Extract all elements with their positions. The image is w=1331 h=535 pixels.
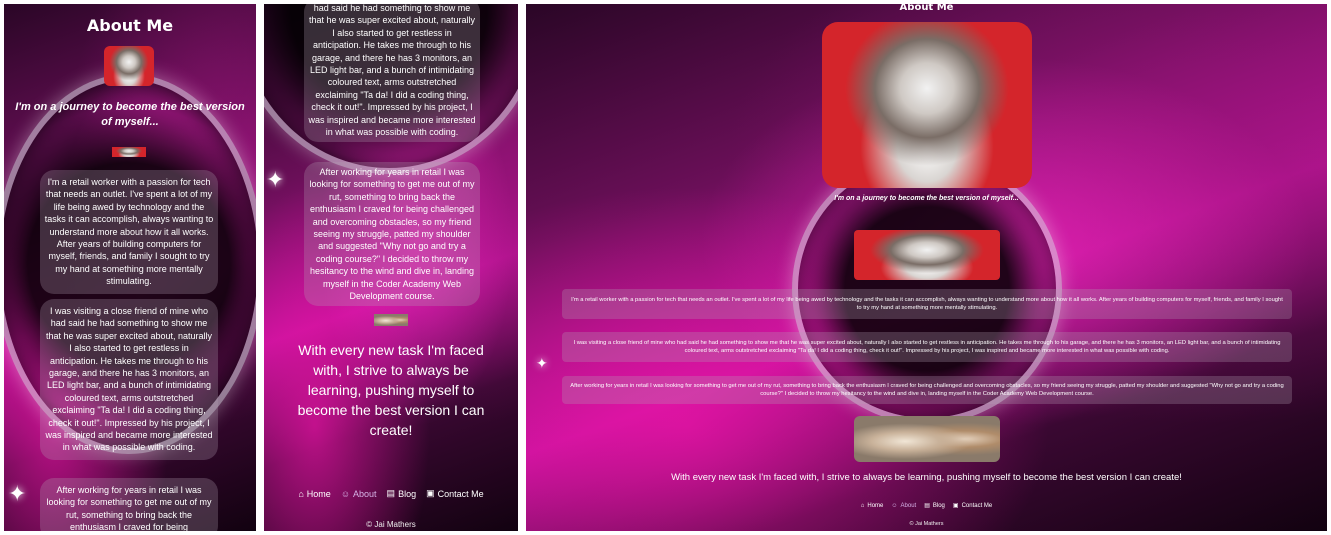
nav-about[interactable]: ☺ About bbox=[891, 503, 916, 509]
sleeping-cat-thumbnail bbox=[374, 314, 408, 326]
contact-icon: ▣ bbox=[952, 503, 959, 509]
about-paragraph-3: After working for years in retail I was … bbox=[304, 162, 480, 307]
page-title: About Me bbox=[899, 4, 954, 13]
profile-photo bbox=[104, 46, 154, 86]
nav-bar: ⌂ Home ☺ About ▤ Blog ▣ Contact Me bbox=[264, 488, 518, 499]
about-paragraph-2: I was visiting a close friend of mine wh… bbox=[562, 332, 1292, 362]
page-title: About Me bbox=[86, 16, 174, 35]
nav-bar: ⌂ Home ☺ About ▤ Blog ▣ Contact Me bbox=[526, 502, 1327, 510]
tagline: I'm on a journey to become the best vers… bbox=[834, 195, 1019, 202]
blog-icon: ▤ bbox=[386, 488, 396, 498]
sparkle-icon: ✦ bbox=[266, 168, 285, 193]
about-paragraph-3: After working for years in retail I was … bbox=[40, 478, 218, 531]
contact-icon: ▣ bbox=[426, 488, 435, 498]
footer: © Jai Mathers bbox=[909, 521, 944, 527]
desktop-view: ✦ About Me I'm on a journey to become th… bbox=[526, 4, 1327, 531]
home-icon: ⌂ bbox=[298, 488, 304, 499]
nav-blog[interactable]: ▤ Blog bbox=[387, 488, 417, 499]
about-paragraph-2-cont: had said he had something to show me tha… bbox=[304, 4, 480, 143]
home-icon: ⌂ bbox=[860, 502, 865, 509]
mobile-view-top: ✦ About Me I'm on a journey to become th… bbox=[4, 4, 256, 531]
closing-statement: With every new task I'm faced with, I st… bbox=[671, 472, 1182, 483]
nav-contact[interactable]: ▣ Contact Me bbox=[426, 488, 484, 499]
nav-blog[interactable]: ▤ Blog bbox=[924, 502, 945, 510]
photo-thumbnail bbox=[112, 147, 146, 157]
tagline: I'm on a journey to become the best vers… bbox=[15, 101, 245, 128]
user-icon: ☺ bbox=[340, 488, 351, 499]
sparkle-icon: ✦ bbox=[8, 482, 27, 507]
nav-home[interactable]: ⌂ Home bbox=[298, 489, 330, 499]
nav-about[interactable]: ☺ About bbox=[341, 489, 377, 499]
about-paragraph-1: I'm a retail worker with a passion for t… bbox=[562, 289, 1292, 319]
about-paragraph-1: I'm a retail worker with a passion for t… bbox=[40, 170, 218, 294]
sleeping-cat-photo bbox=[854, 416, 1000, 462]
closing-statement: With every new task I'm faced with, I st… bbox=[297, 342, 485, 438]
nav-home[interactable]: ⌂ Home bbox=[861, 503, 884, 509]
footer: © Jai Mathers bbox=[366, 520, 416, 529]
blog-icon: ▤ bbox=[924, 503, 930, 509]
about-paragraph-2: I was visiting a close friend of mine wh… bbox=[40, 299, 218, 460]
sparkle-icon: ✦ bbox=[536, 356, 548, 372]
mobile-view-bottom: ✦ had said he had something to show me t… bbox=[264, 4, 518, 531]
nav-contact[interactable]: ▣ Contact Me bbox=[952, 502, 992, 510]
about-paragraph-3: After working for years in retail I was … bbox=[562, 376, 1292, 404]
photo-thumbnail bbox=[854, 230, 1000, 280]
profile-photo bbox=[822, 22, 1032, 188]
user-icon: ☺ bbox=[891, 502, 898, 509]
